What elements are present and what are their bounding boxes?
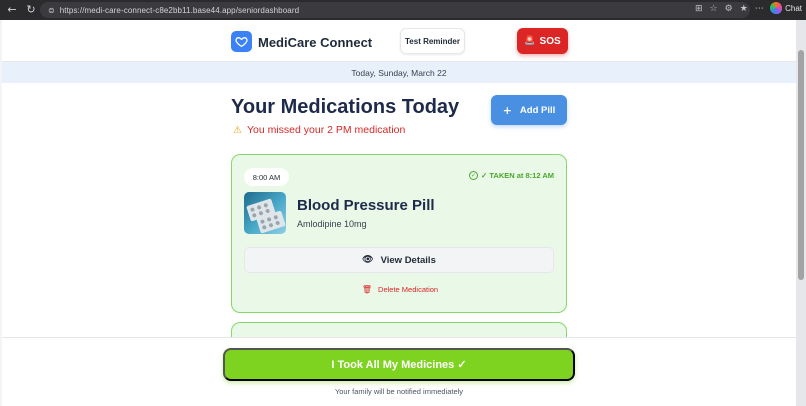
address-bar[interactable]: ⊜ https://medi-care-connect-c8e2bb11.bas… xyxy=(40,2,750,18)
sos-label: SOS xyxy=(539,35,561,47)
back-icon[interactable]: ← xyxy=(6,4,18,16)
delete-medication-button[interactable]: 🗑 Delete Medication xyxy=(232,285,568,294)
missed-medication-warning: ⚠ You missed your 2 PM medication xyxy=(233,124,405,136)
copilot-icon xyxy=(770,2,783,14)
test-reminder-button[interactable]: Test Reminder xyxy=(400,28,465,54)
add-pill-label: Add Pill xyxy=(519,104,556,116)
family-notification-note: Your family will be notified immediately xyxy=(334,387,464,396)
trash-icon: 🗑 xyxy=(361,285,373,294)
reload-icon[interactable]: ↻ xyxy=(25,4,37,16)
heart-logo-icon xyxy=(231,31,252,52)
view-details-label: View Details xyxy=(380,254,436,266)
taken-status: ✓ ✓ TAKEN at 8:12 AM xyxy=(469,171,554,180)
url-text: https://medi-care-connect-c8e2bb11.base4… xyxy=(59,5,300,15)
chat-label: Chat xyxy=(785,3,802,13)
browser-tools: ⊞ ☆ ⚙ ★ ⋯ xyxy=(695,3,782,14)
bottom-action-bar: I Took All My Medicines ✓ Your family wi… xyxy=(2,337,796,406)
browser-toolbar: ← ↻ ⊜ https://medi-care-connect-c8e2bb11… xyxy=(0,0,806,20)
site-info-icon[interactable]: ⊜ xyxy=(48,6,55,15)
missed-warning-text: You missed your 2 PM medication xyxy=(246,124,406,136)
sos-button[interactable]: 🚨 SOS xyxy=(517,28,568,54)
extensions-icon[interactable]: ⚙ xyxy=(725,4,733,14)
medication-image xyxy=(244,192,286,234)
date-strip: Today, Sunday, March 22 xyxy=(2,62,796,83)
more-options-icon[interactable]: ⋯ xyxy=(755,4,764,14)
add-pill-button[interactable]: + Add Pill xyxy=(491,95,567,125)
page-viewport: MediCare Connect Test Reminder 🚨 SOS Tod… xyxy=(2,20,796,406)
medication-card: 8:00 AM ✓ ✓ TAKEN at 8:12 AM Blood Press… xyxy=(231,154,567,313)
plus-icon: + xyxy=(502,103,512,117)
bookmark-star-icon[interactable]: ☆ xyxy=(710,4,718,14)
delete-medication-label: Delete Medication xyxy=(378,285,439,294)
app-install-icon[interactable]: ⊞ xyxy=(695,4,703,14)
view-details-button[interactable]: 👁 View Details xyxy=(244,247,554,273)
page-title: Your Medications Today xyxy=(231,96,460,118)
took-all-medicines-button[interactable]: I Took All My Medicines ✓ xyxy=(223,348,575,381)
page-scrollbar[interactable] xyxy=(796,20,806,406)
eye-icon: 👁 xyxy=(362,255,374,265)
favorites-icon[interactable]: ★ xyxy=(740,4,748,14)
medication-time: 8:00 AM xyxy=(244,168,289,186)
siren-icon: 🚨 xyxy=(524,36,536,46)
warning-icon: ⚠ xyxy=(233,124,242,136)
chat-button[interactable]: Chat xyxy=(770,2,802,14)
app-header: MediCare Connect Test Reminder 🚨 SOS xyxy=(2,20,796,62)
app-title: MediCare Connect xyxy=(258,35,373,50)
scrollbar-thumb[interactable] xyxy=(798,50,804,280)
taken-status-text: ✓ TAKEN at 8:12 AM xyxy=(481,171,554,180)
check-circle-icon: ✓ xyxy=(469,171,479,180)
medication-dose: Amlodipine 10mg xyxy=(297,219,367,229)
medication-name: Blood Pressure Pill xyxy=(297,197,435,214)
